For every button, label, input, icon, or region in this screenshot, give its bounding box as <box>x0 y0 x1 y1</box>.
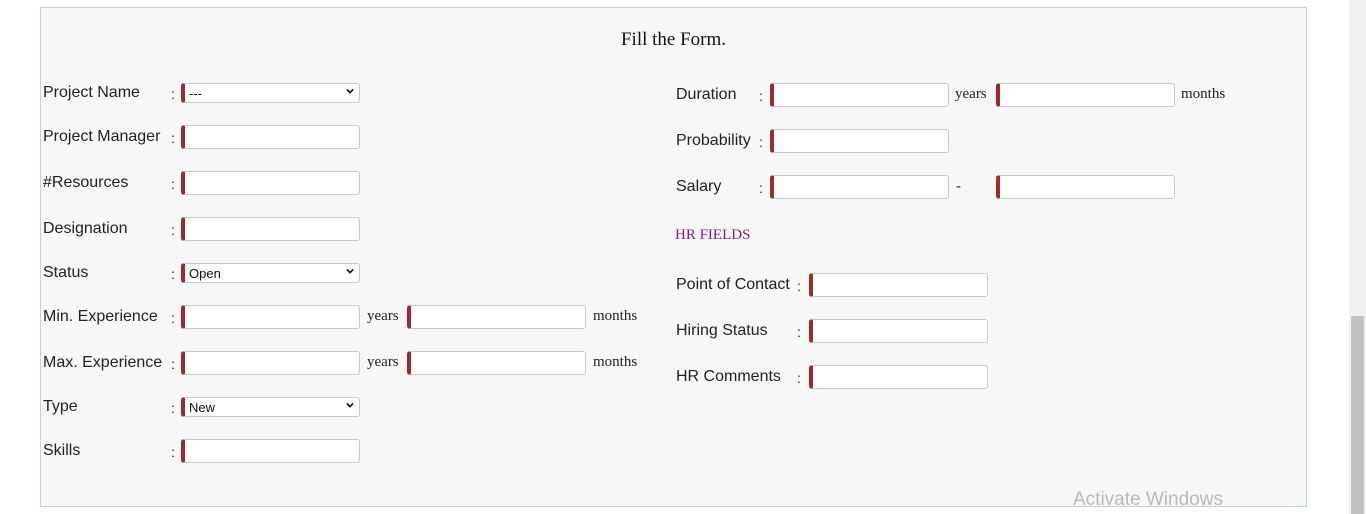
max-experience-years-input[interactable] <box>181 351 360 375</box>
hr-fields-section-title: HR FIELDS <box>675 227 751 243</box>
max-experience-label: Max. Experience <box>43 354 163 371</box>
colon: : <box>759 180 763 196</box>
point-of-contact-input[interactable] <box>809 273 988 297</box>
type-label: Type <box>43 398 78 415</box>
months-unit-label: months <box>593 354 638 370</box>
form-panel <box>40 7 1307 507</box>
point-of-contact-label: Point of Contact <box>676 276 790 293</box>
salary-range-separator: - <box>956 178 961 195</box>
project-manager-label: Project Manager <box>43 128 161 145</box>
skills-label: Skills <box>43 442 81 459</box>
months-unit-label: months <box>1181 86 1226 102</box>
duration-label: Duration <box>676 86 737 103</box>
months-unit-label: months <box>593 308 638 324</box>
salary-label: Salary <box>676 178 722 195</box>
colon: : <box>797 370 801 386</box>
salary-min-input[interactable] <box>770 175 949 199</box>
max-experience-months-input[interactable] <box>407 351 586 375</box>
colon: : <box>171 400 175 416</box>
type-select[interactable]: New <box>181 397 360 417</box>
colon: : <box>797 324 801 340</box>
project-name-select[interactable]: --- <box>181 83 360 103</box>
colon: : <box>759 134 763 150</box>
project-name-label: Project Name <box>43 84 140 101</box>
chevron-down-icon <box>346 402 354 408</box>
min-experience-label: Min. Experience <box>43 308 158 325</box>
status-select[interactable]: Open <box>181 263 360 283</box>
resources-input[interactable] <box>181 171 360 195</box>
min-experience-years-input[interactable] <box>181 305 360 329</box>
colon: : <box>171 356 175 372</box>
scrollbar-thumb[interactable] <box>1351 316 1364 514</box>
probability-label: Probability <box>676 132 751 149</box>
chevron-down-icon <box>346 88 354 94</box>
years-unit-label: years <box>367 308 399 324</box>
hr-comments-label: HR Comments <box>676 368 781 385</box>
colon: : <box>171 176 175 192</box>
colon: : <box>171 130 175 146</box>
resources-label: #Resources <box>43 174 129 191</box>
hiring-status-label: Hiring Status <box>676 322 768 339</box>
form-title: Fill the Form. <box>620 29 727 50</box>
min-experience-months-input[interactable] <box>407 305 586 329</box>
project-manager-input[interactable] <box>181 125 360 149</box>
skills-input[interactable] <box>181 439 360 463</box>
status-select-value: Open <box>189 266 221 281</box>
colon: : <box>171 310 175 326</box>
colon: : <box>171 266 175 282</box>
status-label: Status <box>43 264 89 281</box>
activate-windows-watermark: Activate Windows <box>1073 489 1223 510</box>
hr-comments-input[interactable] <box>809 365 988 389</box>
hiring-status-input[interactable] <box>809 319 988 343</box>
years-unit-label: years <box>955 86 987 102</box>
probability-input[interactable] <box>770 129 949 153</box>
colon: : <box>171 222 175 238</box>
years-unit-label: years <box>367 354 399 370</box>
salary-max-input[interactable] <box>996 175 1175 199</box>
duration-years-input[interactable] <box>770 83 949 107</box>
colon: : <box>171 86 175 102</box>
colon: : <box>759 88 763 104</box>
colon: : <box>171 444 175 460</box>
colon: : <box>797 278 801 294</box>
designation-input[interactable] <box>181 217 360 241</box>
designation-label: Designation <box>43 220 128 237</box>
project-name-select-value: --- <box>189 86 202 101</box>
chevron-down-icon <box>346 268 354 274</box>
type-select-value: New <box>189 400 216 415</box>
duration-months-input[interactable] <box>996 83 1175 107</box>
